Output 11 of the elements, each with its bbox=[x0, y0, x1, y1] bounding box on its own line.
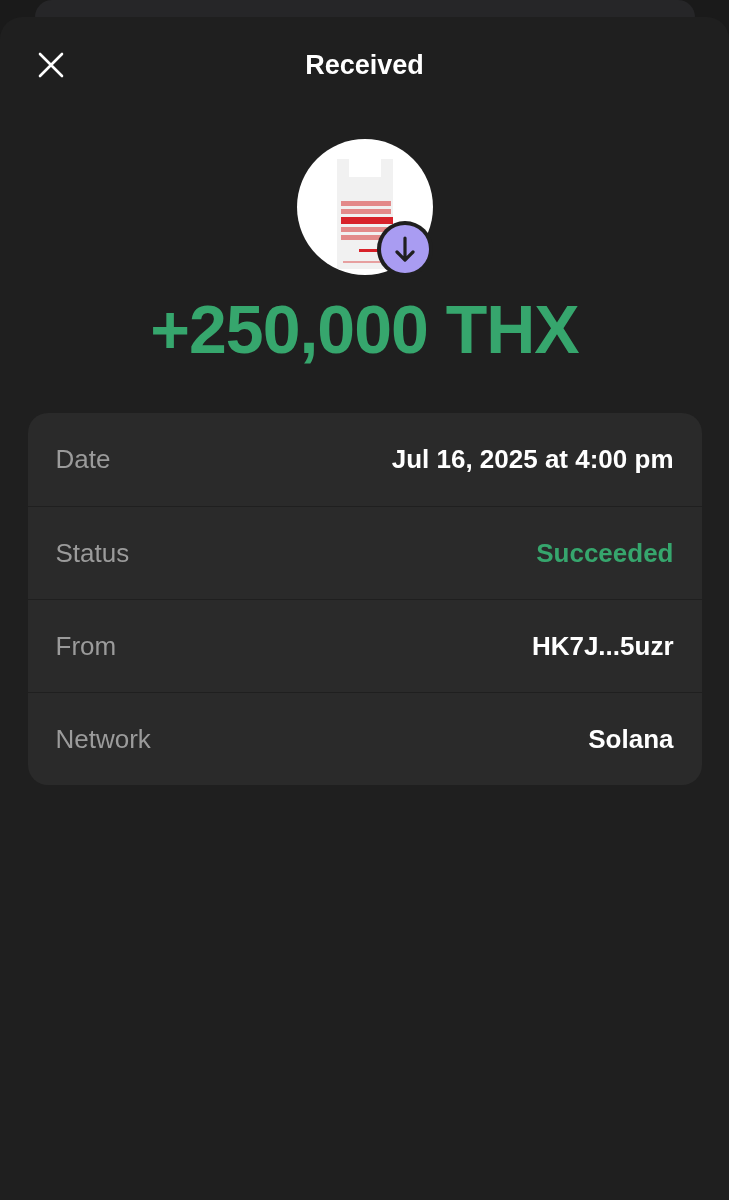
close-icon bbox=[38, 52, 64, 78]
detail-value: Succeeded bbox=[536, 537, 674, 569]
detail-value: Solana bbox=[588, 723, 674, 755]
detail-value: Jul 16, 2025 at 4:00 pm bbox=[391, 444, 674, 475]
detail-label: Network bbox=[55, 723, 151, 755]
detail-value: HK7J...5uzr bbox=[531, 630, 674, 662]
detail-label: Date bbox=[55, 444, 111, 475]
detail-label: From bbox=[55, 630, 117, 662]
amount-text: +250,000 THX bbox=[150, 295, 579, 363]
screen-title: Received bbox=[305, 49, 424, 81]
detail-label: Status bbox=[55, 537, 130, 569]
